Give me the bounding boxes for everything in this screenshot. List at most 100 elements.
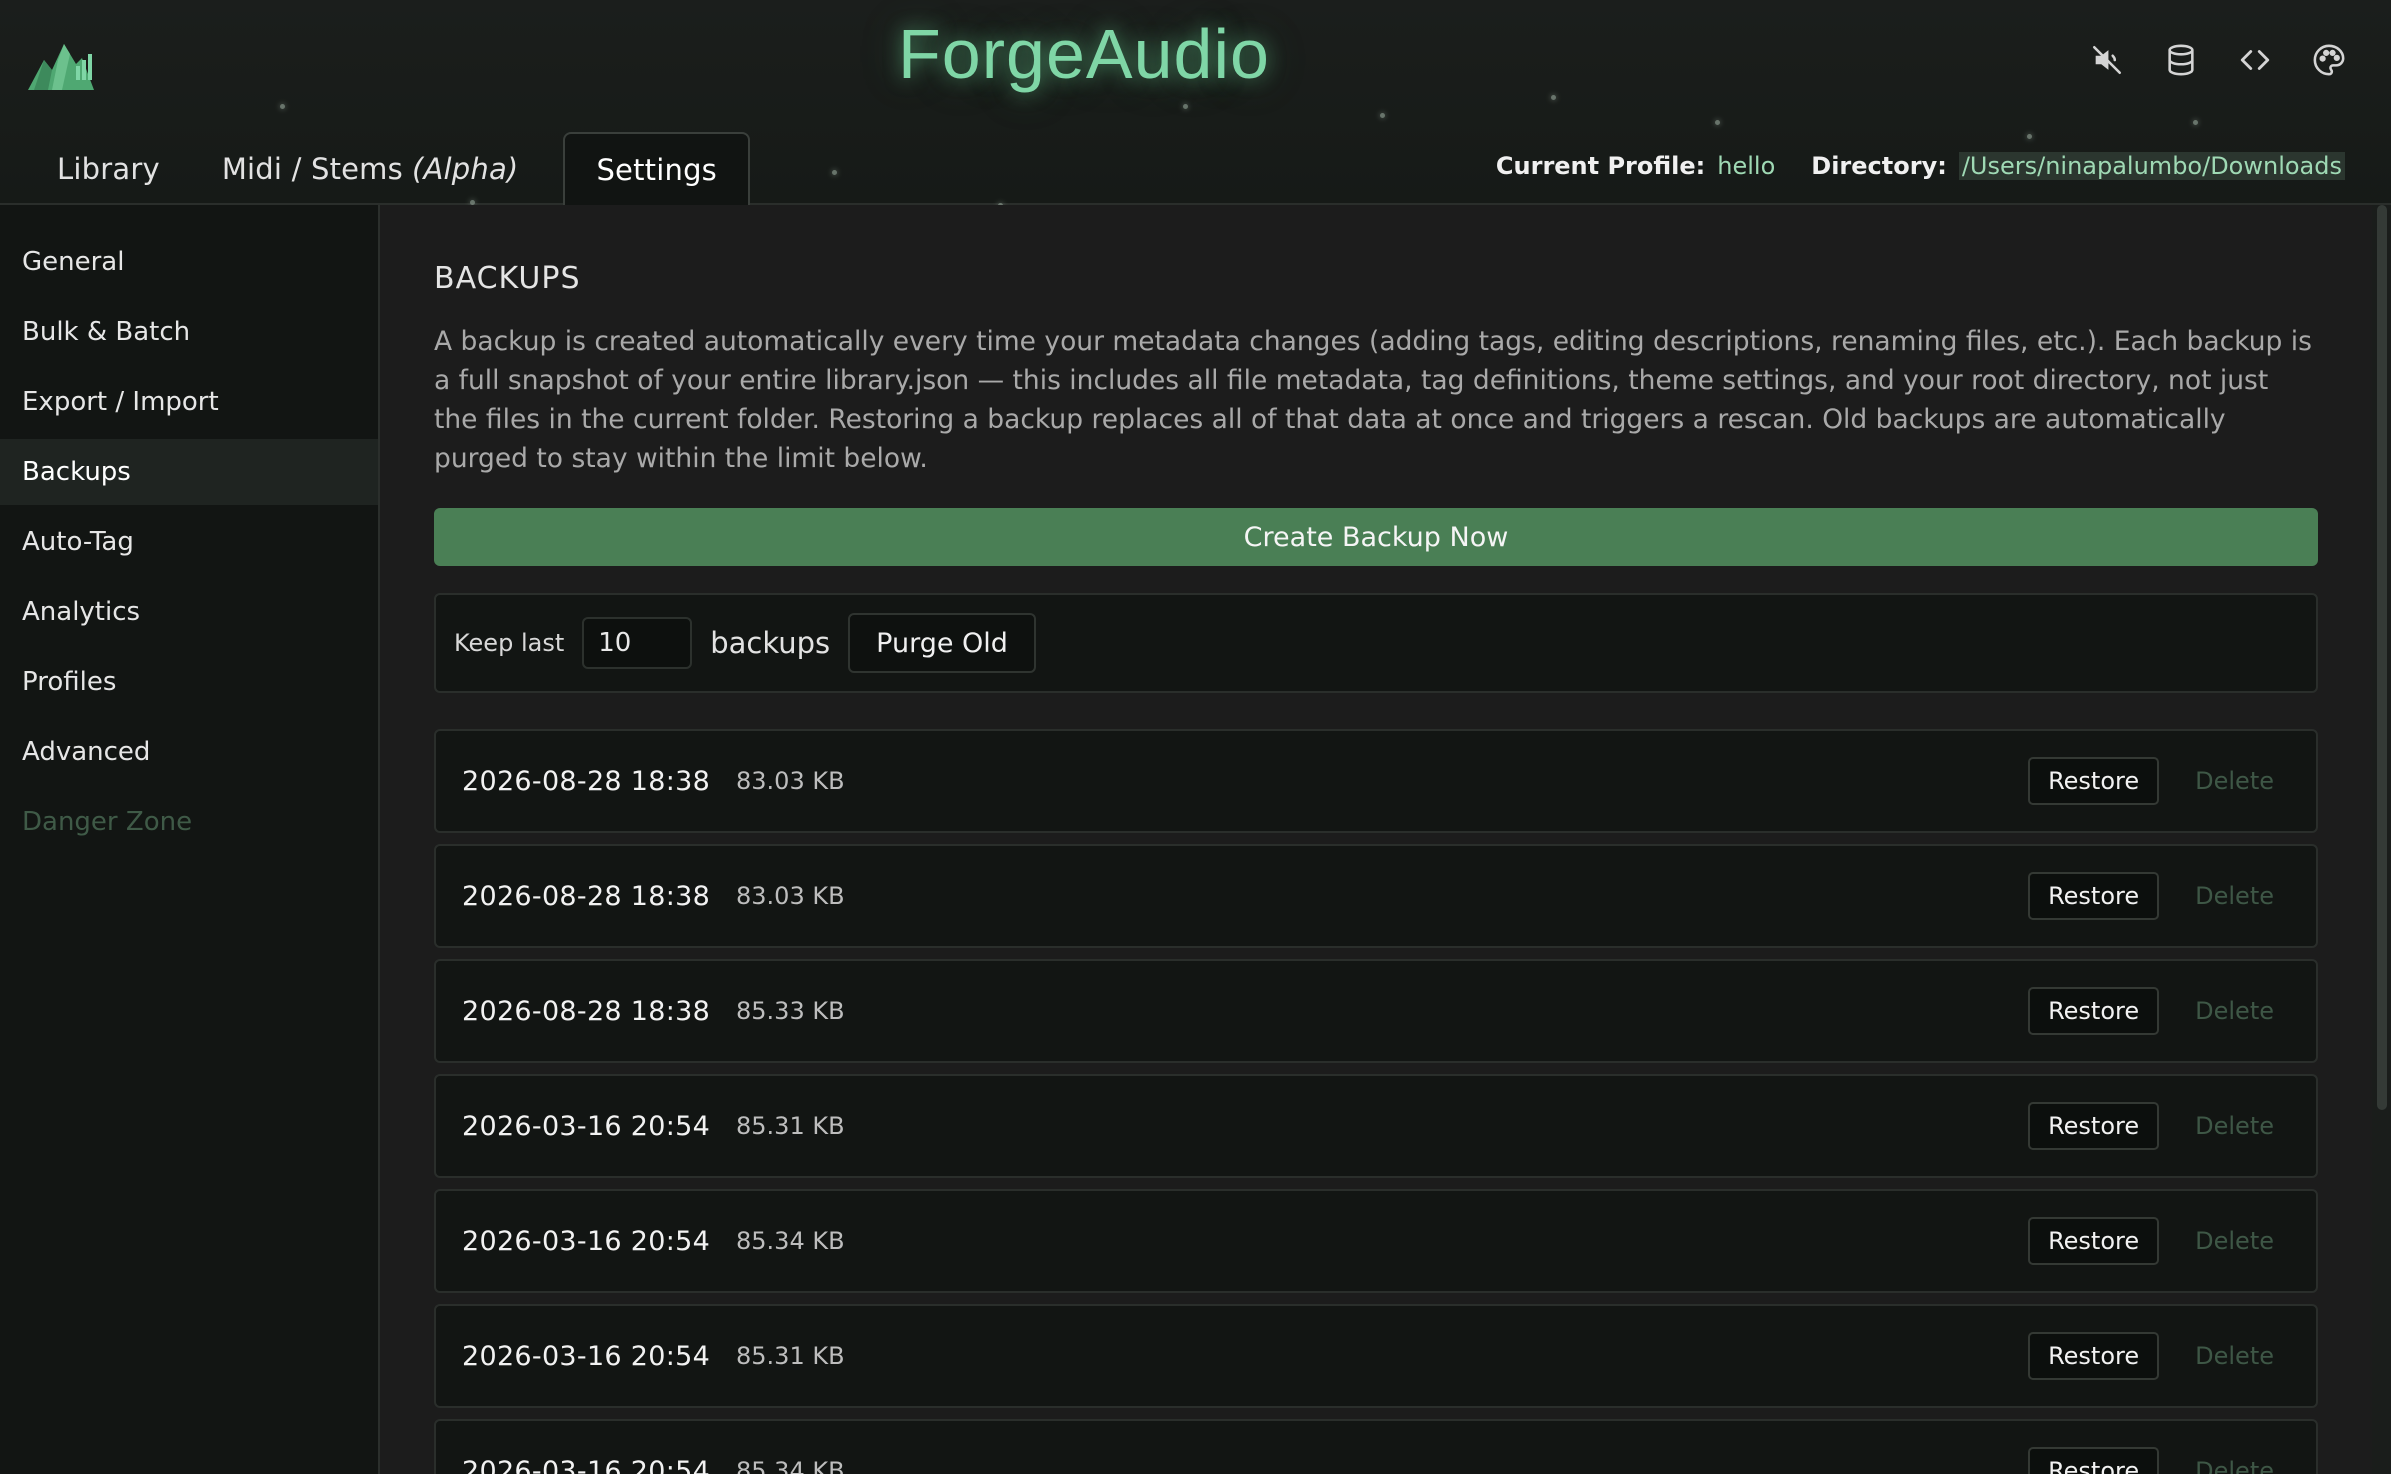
backups-description: A backup is created automatically every … (434, 326, 2312, 474)
sidebar-item-label: General (22, 247, 125, 277)
star-decoration (1715, 120, 1720, 125)
sidebar-item-label: Auto-Tag (22, 527, 134, 557)
main-scrollbar[interactable] (2372, 205, 2391, 1474)
backup-actions: Restore Delete (2028, 1306, 2274, 1406)
backup-row: 2026-08-28 18:38 85.33 KB Restore Delete (434, 959, 2318, 1063)
sidebar-item-advanced[interactable]: Advanced (0, 719, 378, 785)
code-icon[interactable] (2235, 40, 2275, 80)
backups-section: BACKUPS A backup is created automaticall… (434, 205, 2318, 1474)
backup-size: 83.03 KB (736, 767, 845, 795)
palette-icon[interactable] (2309, 40, 2349, 80)
backup-date: 2026-08-28 18:38 (462, 765, 711, 797)
backup-date: 2026-08-28 18:38 (462, 880, 711, 912)
sidebar-item-analytics[interactable]: Analytics (0, 579, 378, 645)
keep-unit-label: backups (710, 626, 831, 660)
sidebar-item-label: Analytics (22, 597, 141, 627)
backup-date: 2026-08-28 18:38 (462, 995, 711, 1027)
tab-suffix-alpha: (Alpha) (411, 151, 519, 186)
current-profile-label: Current Profile: (1495, 152, 1706, 180)
backup-size: 85.34 KB (736, 1457, 845, 1474)
star-decoration (1183, 104, 1188, 109)
app-window: ForgeAudio Library Midi / Stems (Alpha) … (0, 0, 2391, 1474)
profile-info: Current Profile: hello Directory: /Users… (1496, 152, 2345, 180)
directory-value[interactable]: /Users/ninapalumbo/Downloads (1958, 152, 2345, 180)
retention-settings: Keep last backups Purge Old (434, 593, 2318, 693)
scrollbar-thumb[interactable] (2377, 205, 2387, 1110)
backup-actions: Restore Delete (2028, 731, 2274, 831)
backup-actions: Restore Delete (2028, 1191, 2274, 1291)
sidebar-item-label: Advanced (22, 737, 151, 767)
backup-row: 2026-03-16 20:54 85.31 KB Restore Delete (434, 1304, 2318, 1408)
app-brand-title: ForgeAudio (898, 15, 1270, 93)
tab-midi-stems[interactable]: Midi / Stems (Alpha) (191, 132, 550, 205)
header-icon-group (2087, 40, 2349, 80)
sidebar-item-label: Backups (22, 457, 131, 487)
sidebar-item-backups[interactable]: Backups (0, 439, 378, 505)
star-decoration (280, 104, 285, 109)
app-header: ForgeAudio Library Midi / Stems (Alpha) … (0, 0, 2391, 208)
backup-date: 2026-03-16 20:54 (462, 1110, 711, 1142)
sidebar-item-auto-tag[interactable]: Auto-Tag (0, 509, 378, 575)
delete-button[interactable]: Delete (2195, 1342, 2274, 1370)
database-icon[interactable] (2161, 40, 2201, 80)
sidebar-item-label: Bulk & Batch (22, 317, 191, 347)
purge-old-button[interactable]: Purge Old (848, 613, 1036, 673)
star-decoration (832, 170, 837, 175)
keep-last-label: Keep last (454, 629, 565, 657)
star-decoration (2027, 134, 2032, 139)
settings-sidebar: General Bulk & Batch Export / Import Bac… (0, 205, 380, 1474)
restore-button[interactable]: Restore (2028, 757, 2160, 805)
backup-size: 85.31 KB (736, 1342, 845, 1370)
restore-button[interactable]: Restore (2028, 1102, 2160, 1150)
backup-actions: Restore Delete (2028, 846, 2274, 946)
section-title: BACKUPS (434, 261, 581, 296)
star-decoration (2193, 120, 2198, 125)
delete-button[interactable]: Delete (2195, 882, 2274, 910)
backup-size: 85.31 KB (736, 1112, 845, 1140)
current-profile-value[interactable]: hello (1717, 152, 1775, 180)
main-tabs: Library Midi / Stems (Alpha) Settings (26, 132, 750, 205)
directory-label: Directory: (1811, 152, 1947, 180)
star-decoration (1380, 113, 1385, 118)
backup-row: 2026-08-28 18:38 83.03 KB Restore Delete (434, 844, 2318, 948)
backup-row: 2026-08-28 18:38 83.03 KB Restore Delete (434, 729, 2318, 833)
sidebar-item-danger-zone[interactable]: Danger Zone (0, 789, 378, 855)
backup-size: 83.03 KB (736, 882, 845, 910)
speaker-muted-icon[interactable] (2087, 40, 2127, 80)
backup-date: 2026-03-16 20:54 (462, 1340, 711, 1372)
sidebar-item-label: Danger Zone (22, 807, 193, 837)
sidebar-item-bulk-batch[interactable]: Bulk & Batch (0, 299, 378, 365)
delete-button[interactable]: Delete (2195, 1227, 2274, 1255)
tab-library[interactable]: Library (26, 132, 191, 205)
backup-row: 2026-03-16 20:54 85.31 KB Restore Delete (434, 1074, 2318, 1178)
keep-count-input[interactable] (582, 617, 693, 669)
restore-button[interactable]: Restore (2028, 1447, 2160, 1474)
backup-actions: Restore Delete (2028, 961, 2274, 1061)
backup-actions: Restore Delete (2028, 1076, 2274, 1176)
sidebar-item-profiles[interactable]: Profiles (0, 649, 378, 715)
sidebar-item-label: Export / Import (22, 387, 219, 417)
tab-settings[interactable]: Settings (563, 132, 750, 205)
delete-button[interactable]: Delete (2195, 1457, 2274, 1474)
restore-button[interactable]: Restore (2028, 1217, 2160, 1265)
backup-row: 2026-03-16 20:54 85.34 KB Restore Delete (434, 1419, 2318, 1474)
sidebar-item-general[interactable]: General (0, 229, 378, 295)
tab-label: Library (57, 151, 160, 186)
star-decoration (1551, 95, 1556, 100)
backup-actions: Restore Delete (2028, 1421, 2274, 1474)
backup-date: 2026-03-16 20:54 (462, 1455, 711, 1474)
restore-button[interactable]: Restore (2028, 872, 2160, 920)
create-backup-button[interactable]: Create Backup Now (434, 508, 2318, 566)
backup-size: 85.34 KB (736, 1227, 845, 1255)
backup-size: 85.33 KB (736, 997, 845, 1025)
delete-button[interactable]: Delete (2195, 1112, 2274, 1140)
delete-button[interactable]: Delete (2195, 767, 2274, 795)
delete-button[interactable]: Delete (2195, 997, 2274, 1025)
backup-list: 2026-08-28 18:38 83.03 KB Restore Delete 202… (434, 729, 2318, 1474)
backup-row: 2026-03-16 20:54 85.34 KB Restore Delete (434, 1189, 2318, 1293)
tab-label: Settings (596, 152, 717, 187)
sidebar-item-export-import[interactable]: Export / Import (0, 369, 378, 435)
sidebar-item-label: Profiles (22, 667, 117, 697)
restore-button[interactable]: Restore (2028, 1332, 2160, 1380)
restore-button[interactable]: Restore (2028, 987, 2160, 1035)
